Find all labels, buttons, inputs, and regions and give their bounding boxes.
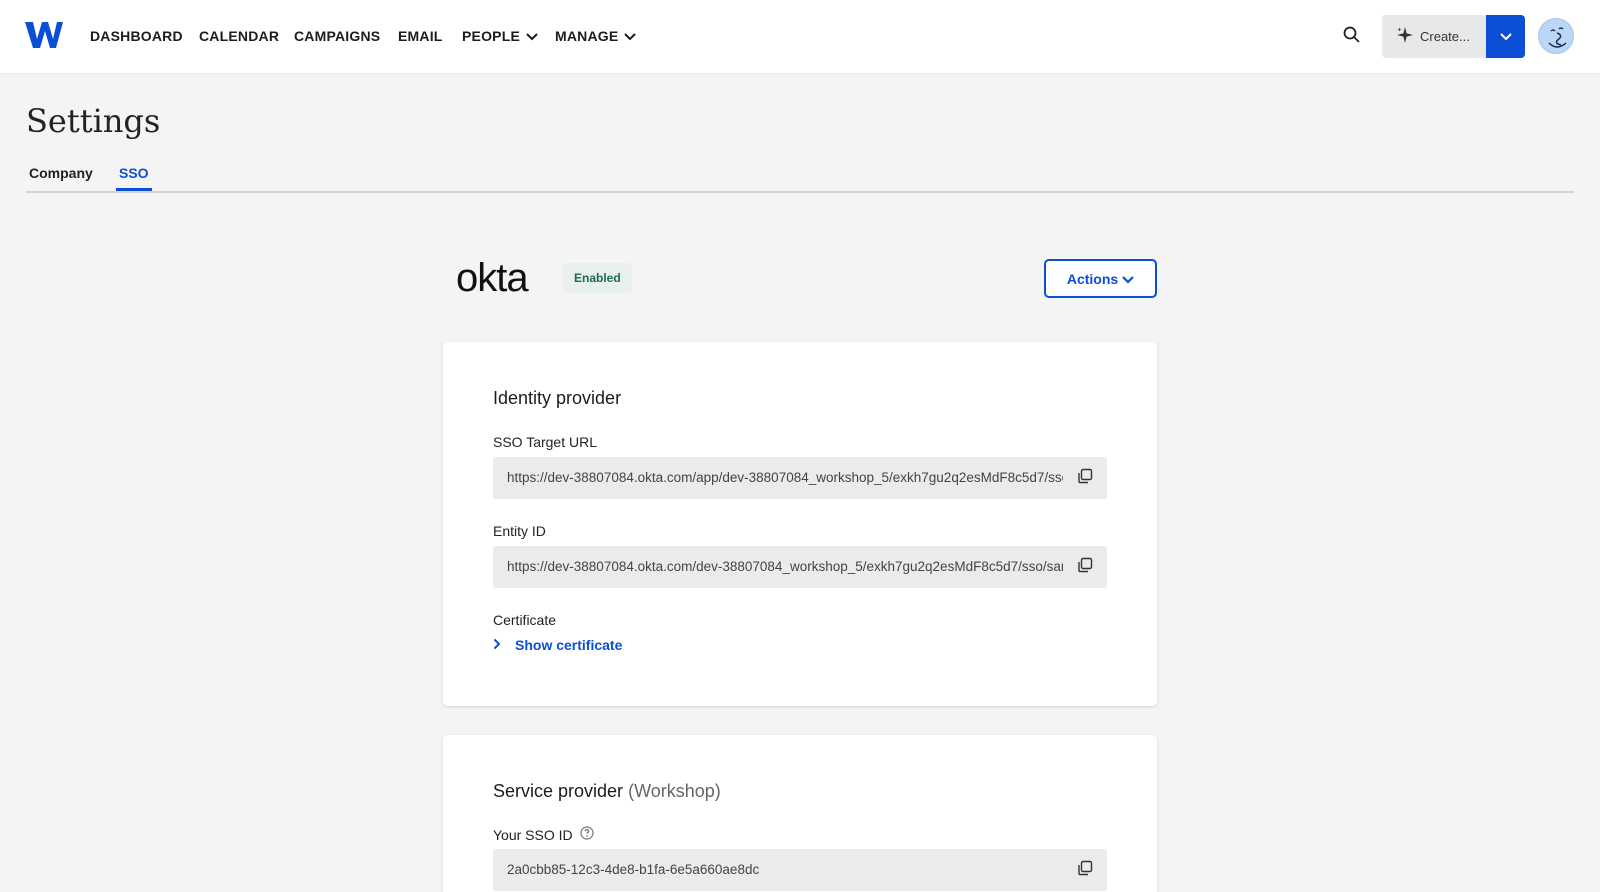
copy-icon xyxy=(1077,557,1093,578)
identity-provider-title: Identity provider xyxy=(493,388,622,408)
copy-button[interactable] xyxy=(1075,468,1095,488)
nav-email[interactable]: EMAIL xyxy=(398,27,443,45)
nav-campaigns-label: CAMPAIGNS xyxy=(294,28,381,44)
show-certificate-label: Show certificate xyxy=(515,637,623,653)
actions-button[interactable]: Actions xyxy=(1044,259,1157,298)
sso-target-url-value: https://dev-38807084.okta.com/app/dev-38… xyxy=(507,470,1063,485)
service-provider-card: Service provider (Workshop) Your SSO ID … xyxy=(443,735,1157,892)
sso-target-url-label: SSO Target URL xyxy=(493,434,598,450)
tab-company[interactable]: Company xyxy=(29,165,93,191)
nav-people[interactable]: PEOPLE xyxy=(462,27,538,45)
identity-provider-card: Identity provider SSO Target URL https:/… xyxy=(443,342,1157,706)
nav-people-label: PEOPLE xyxy=(462,28,520,44)
workshop-logo-icon[interactable] xyxy=(24,20,64,50)
chevron-down-icon xyxy=(624,28,637,44)
nav-manage-label: MANAGE xyxy=(555,28,619,44)
nav-campaigns[interactable]: CAMPAIGNS xyxy=(294,27,380,45)
create-button[interactable]: Create... xyxy=(1382,15,1486,58)
entity-id-value: https://dev-38807084.okta.com/dev-388070… xyxy=(507,559,1063,574)
nav-email-label: EMAIL xyxy=(398,28,443,44)
sso-id-label-text: Your SSO ID xyxy=(493,826,573,843)
copy-button[interactable] xyxy=(1075,557,1095,577)
nav-manage[interactable]: MANAGE xyxy=(555,27,637,45)
copy-icon xyxy=(1077,468,1093,489)
tab-sso[interactable]: SSO xyxy=(116,165,152,191)
sso-target-url-field[interactable]: https://dev-38807084.okta.com/app/dev-38… xyxy=(493,457,1107,499)
status-badge: Enabled xyxy=(563,263,632,293)
copy-icon xyxy=(1077,860,1093,881)
service-provider-subtitle: (Workshop) xyxy=(628,781,721,801)
actions-button-label: Actions xyxy=(1066,270,1119,287)
copy-button[interactable] xyxy=(1075,860,1095,880)
page-title: Settings xyxy=(26,102,161,140)
chevron-down-icon xyxy=(1122,271,1134,287)
help-icon[interactable] xyxy=(580,826,594,843)
create-button-label: Create... xyxy=(1420,29,1470,44)
sso-id-field[interactable]: 2a0cbb85-12c3-4de8-b1fa-6e5a660ae8dc xyxy=(493,849,1107,891)
avatar-face-icon xyxy=(1548,27,1567,48)
chevron-down-icon xyxy=(1499,28,1512,46)
service-provider-title: Service provider (Workshop) xyxy=(493,781,721,802)
okta-logo: okta xyxy=(456,256,529,300)
service-provider-title-text: Service provider xyxy=(493,781,624,801)
chevron-down-icon xyxy=(526,28,538,44)
top-nav: DASHBOARD CALENDAR CAMPAIGNS EMAIL PEOPL… xyxy=(0,0,1600,74)
entity-id-label: Entity ID xyxy=(493,523,546,539)
show-certificate-link[interactable]: Show certificate xyxy=(493,637,622,653)
sparkle-icon xyxy=(1396,26,1414,47)
nav-calendar-label: CALENDAR xyxy=(199,28,280,44)
nav-calendar[interactable]: CALENDAR xyxy=(199,27,279,45)
settings-tabs: Company SSO xyxy=(26,160,1574,193)
search-button[interactable] xyxy=(1338,24,1364,50)
chevron-right-icon xyxy=(493,637,501,653)
create-dropdown-button[interactable] xyxy=(1486,15,1525,58)
entity-id-field[interactable]: https://dev-38807084.okta.com/dev-388070… xyxy=(493,546,1107,588)
sso-id-value: 2a0cbb85-12c3-4de8-b1fa-6e5a660ae8dc xyxy=(507,862,760,877)
certificate-label: Certificate xyxy=(493,612,557,628)
nav-dashboard-label: DASHBOARD xyxy=(90,28,183,44)
search-icon xyxy=(1343,26,1360,48)
sso-id-label: Your SSO ID xyxy=(493,826,594,843)
avatar[interactable] xyxy=(1538,18,1574,54)
nav-dashboard[interactable]: DASHBOARD xyxy=(90,27,183,45)
